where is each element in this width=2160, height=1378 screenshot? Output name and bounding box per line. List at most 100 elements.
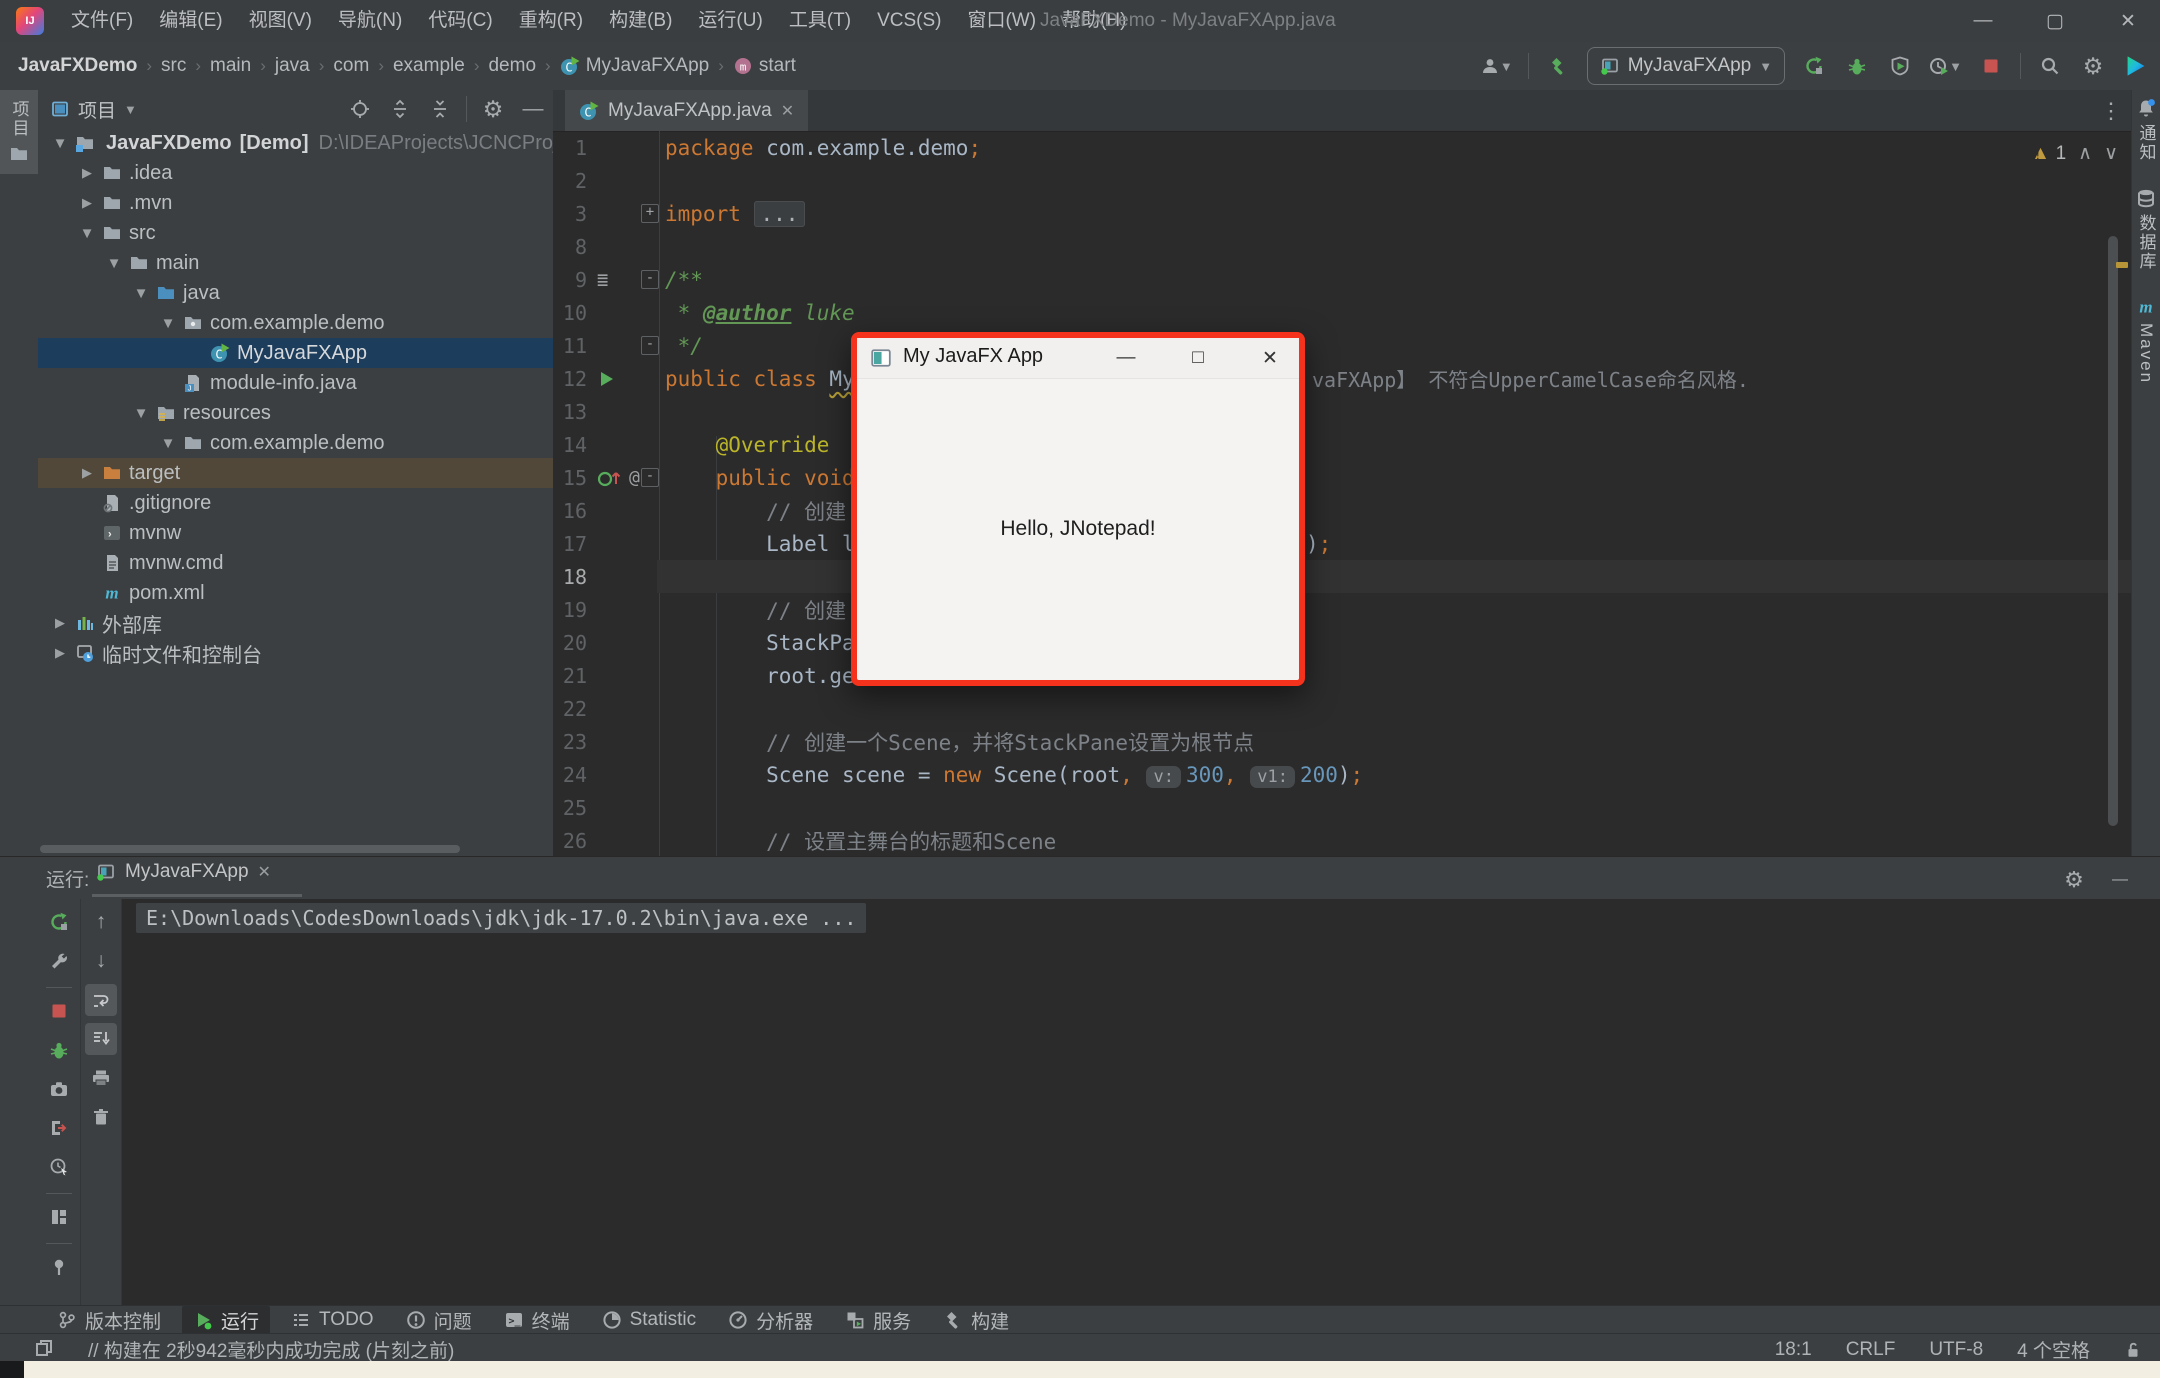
console-command-line[interactable]: E:\Downloads\CodesDownloads\jdk\jdk-17.0…	[136, 903, 866, 933]
code-line[interactable]: 15@- public void	[553, 461, 2132, 494]
profile-button[interactable]	[43, 1151, 75, 1183]
code-line[interactable]: 11- */	[553, 329, 2132, 362]
layout-button[interactable]	[43, 1201, 75, 1233]
stripe-tab-Maven[interactable]: mMaven	[2136, 297, 2156, 384]
project-panel-header[interactable]: 项目 ▼ ⚙—	[38, 90, 553, 128]
up-stacktrace-button[interactable]: ↑	[85, 906, 117, 938]
select-opened-file-button[interactable]	[346, 92, 374, 126]
jetbrains-client-button[interactable]	[2122, 49, 2150, 83]
window-maximize-icon[interactable]: ▢	[2032, 0, 2078, 42]
tree-row[interactable]: .gitignore	[38, 488, 553, 518]
stripe-tab-数据库[interactable]: 数据库	[2134, 188, 2159, 271]
fold-marker[interactable]: +	[641, 204, 659, 223]
console[interactable]: E:\Downloads\CodesDownloads\jdk\jdk-17.0…	[122, 899, 2160, 1306]
fx-maximize-icon[interactable]: □	[1175, 338, 1221, 378]
stack-icon[interactable]	[34, 1338, 54, 1358]
tool-window-tab-分析器[interactable]: 分析器	[717, 1306, 824, 1334]
stop-button[interactable]	[43, 995, 75, 1027]
code-line[interactable]: 21 root.ge	[553, 659, 2132, 692]
hide-panel-button[interactable]: —	[519, 92, 547, 126]
code-area[interactable]: 1package com.example.demo;23+import ...8…	[553, 131, 2132, 856]
tree-row[interactable]: ▼JavaFXDemo[Demo]D:\IDEAProjects\JCNCPro…	[38, 128, 553, 158]
breadcrumb-item[interactable]: java	[273, 53, 312, 79]
javafx-title-bar[interactable]: My JavaFX App — □ ✕	[857, 338, 1299, 379]
fx-minimize-icon[interactable]: —	[1103, 338, 1149, 378]
code-line[interactable]: 14 @Override	[553, 428, 2132, 461]
line-separator[interactable]: CRLF	[1846, 1339, 1896, 1361]
tool-window-tab-Statistic[interactable]: Statistic	[591, 1306, 708, 1334]
menu-item[interactable]: VCS(S)	[864, 0, 954, 42]
tree-row[interactable]: ▶.idea	[38, 158, 553, 188]
pin-button[interactable]	[43, 1251, 75, 1283]
tree-row[interactable]: ▶target	[38, 458, 553, 488]
menu-item[interactable]: 重构(R)	[506, 0, 596, 42]
gutter-icons[interactable]: ≣	[597, 269, 641, 291]
stripe-tab-项目[interactable]: 项目	[0, 90, 38, 174]
profiler-button[interactable]: ▼	[1929, 49, 1962, 83]
fold-marker[interactable]: -	[641, 270, 659, 289]
breadcrumb-item[interactable]: CMyJavaFXApp	[558, 53, 712, 79]
menu-item[interactable]: 代码(C)	[415, 0, 505, 42]
code-line[interactable]: 9≣-/**	[553, 263, 2132, 296]
code-line[interactable]: 25	[553, 791, 2132, 824]
thread-dump-button[interactable]	[43, 1073, 75, 1105]
build-project-button[interactable]	[1544, 49, 1572, 83]
horizontal-scrollbar[interactable]	[40, 845, 460, 853]
stripe-tab-通知[interactable]: 通知	[2134, 98, 2159, 162]
code-line[interactable]: 1package com.example.demo;	[553, 131, 2132, 164]
breadcrumb-item[interactable]: mstart	[731, 53, 798, 79]
window-close-icon[interactable]: ✕	[2105, 0, 2151, 42]
code-line[interactable]: 22	[553, 692, 2132, 725]
tool-window-tab-终端[interactable]: >_终端	[493, 1306, 581, 1334]
tree-row[interactable]: ▼com.example.demo	[38, 428, 553, 458]
breadcrumb-item[interactable]: com	[331, 53, 371, 79]
lock-icon[interactable]	[2124, 1341, 2142, 1359]
settings-gear-icon[interactable]: ⚙	[2060, 863, 2088, 897]
fold-collapse-icon[interactable]: -	[641, 270, 659, 289]
code-line[interactable]: 26 // 设置主舞台的标题和Scene	[553, 824, 2132, 857]
fold-collapse-icon[interactable]: -	[641, 336, 659, 355]
file-encoding[interactable]: UTF-8	[1929, 1339, 1983, 1361]
tree-chevron-icon[interactable]: ▼	[156, 435, 180, 452]
tree-row[interactable]: ▼resources	[38, 398, 553, 428]
tool-window-tab-版本控制[interactable]: 版本控制	[46, 1306, 172, 1334]
attach-debugger-button[interactable]	[43, 1034, 75, 1066]
gutter-icons[interactable]: @	[597, 467, 641, 488]
run-with-coverage-button[interactable]	[1886, 49, 1914, 83]
tree-row[interactable]: ▼main	[38, 248, 553, 278]
tree-chevron-icon[interactable]: ▼	[75, 225, 99, 242]
debug-button[interactable]	[1843, 49, 1871, 83]
search-everywhere-button[interactable]	[2036, 49, 2064, 83]
menu-item[interactable]: 窗口(W)	[954, 0, 1049, 42]
code-line[interactable]: 2	[553, 164, 2132, 197]
code-line[interactable]: 23 // 创建一个Scene，并将StackPane设置为根节点	[553, 725, 2132, 758]
fold-marker[interactable]: -	[641, 468, 659, 487]
close-icon[interactable]: ✕	[781, 101, 794, 121]
tree-row[interactable]: ▼java	[38, 278, 553, 308]
tree-row[interactable]: ▼com.example.demo	[38, 308, 553, 338]
menu-item[interactable]: 导航(N)	[325, 0, 415, 42]
close-icon[interactable]: ✕	[258, 862, 271, 882]
user-button[interactable]: ▼	[1480, 49, 1513, 83]
tree-row[interactable]: CMyJavaFXApp	[38, 338, 553, 368]
editor-scrollbar[interactable]	[2108, 236, 2118, 826]
code-line[interactable]: 10 * @author luke	[553, 296, 2132, 329]
menu-item[interactable]: 视图(V)	[236, 0, 325, 42]
tree-row[interactable]: ▶临时文件和控制台	[38, 638, 553, 668]
exit-button[interactable]	[43, 1112, 75, 1144]
code-line[interactable]: 18	[553, 560, 2132, 593]
run-configuration-combo[interactable]: MyJavaFXApp▼	[1587, 47, 1785, 85]
rerun-button[interactable]	[1800, 49, 1828, 83]
code-line[interactable]: 16 // 创建	[553, 494, 2132, 527]
fold-marker[interactable]: -	[641, 336, 659, 355]
menu-item[interactable]: 工具(T)	[776, 0, 864, 42]
indent-setting[interactable]: 4 个空格	[2017, 1336, 2090, 1363]
more-options-icon[interactable]: ⋮	[2100, 98, 2122, 124]
edit-configuration-button[interactable]	[43, 945, 75, 977]
tree-chevron-icon[interactable]: ▼	[48, 135, 72, 152]
print-button[interactable]	[85, 1062, 117, 1094]
code-line[interactable]: 20 StackPa	[553, 626, 2132, 659]
tool-window-tab-构建[interactable]: 构建	[932, 1306, 1020, 1334]
code-line[interactable]: 8	[553, 230, 2132, 263]
overriding-marker-icon[interactable]	[597, 468, 623, 488]
